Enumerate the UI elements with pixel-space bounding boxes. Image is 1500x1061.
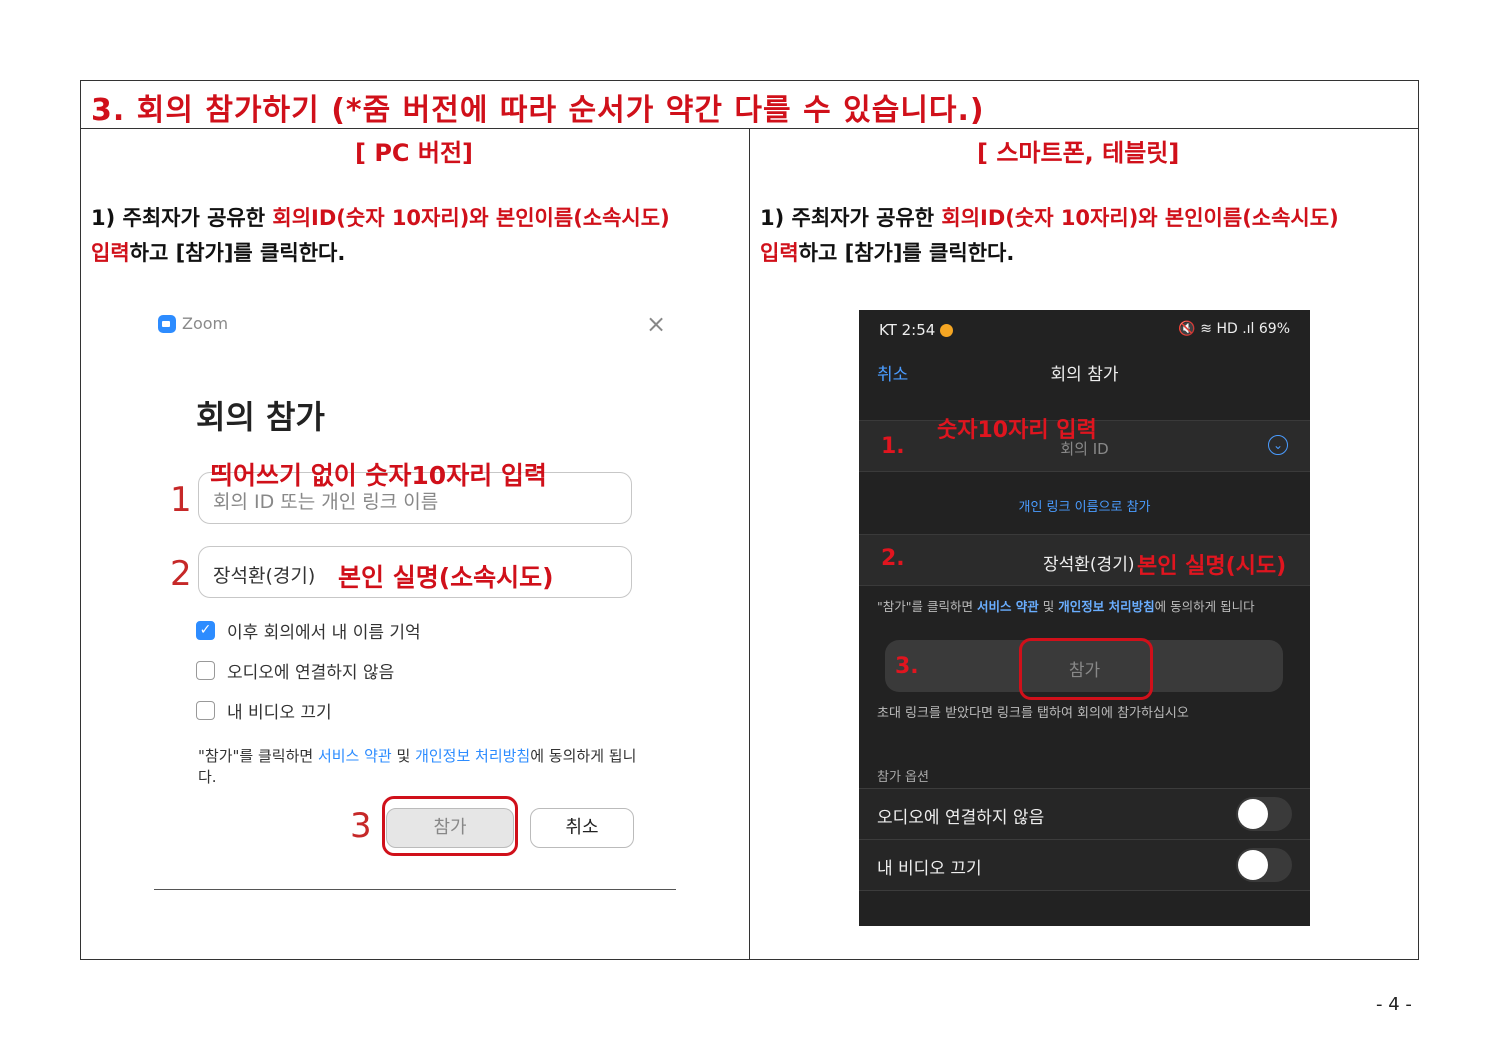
mobile-instruction: 1) 주최자가 공유한 회의ID(숫자 10자리)와 본인이름(소속시도) 입력…	[760, 201, 1400, 271]
divider-line	[154, 889, 676, 890]
terms-post: 에 동의하게 됩니다	[1154, 599, 1255, 614]
mobile-instr-text-2: 하고 [참가]를 클릭한다.	[798, 241, 1015, 265]
annotation-id-note: 띄어쓰기 없이 숫자10자리 입력	[210, 461, 547, 490]
mobile-section-heading: [ 스마트폰, 테블릿]	[977, 139, 1180, 167]
status-time: KT 2:54	[879, 321, 954, 339]
pc-instr-text: 1) 주최자가 공유한	[91, 206, 273, 230]
zoom-app-name: Zoom	[182, 314, 229, 333]
pc-instr-highlight-2: 입력	[91, 241, 130, 265]
mobile-name-value: 장석환(경기)	[1043, 555, 1135, 575]
mobile-cancel-button[interactable]: 취소	[877, 360, 908, 385]
checkbox-label: 내 비디오 끄기	[227, 703, 332, 723]
mobile-instr-text: 1) 주최자가 공유한	[760, 206, 942, 230]
checkbox-box	[196, 701, 215, 720]
no-audio-toggle[interactable]	[1236, 797, 1292, 831]
status-indicators: 🔇 ≋ HD .ıl 69%	[1178, 321, 1290, 337]
terms-pre: "참가"를 클릭하면	[198, 747, 318, 765]
checkbox-label: 오디오에 연결하지 않음	[227, 663, 395, 683]
terms-of-service-link[interactable]: 서비스 약관	[977, 599, 1039, 614]
page-title: 3. 회의 참가하기 (*줌 버전에 따라 순서가 약간 다를 수 있습니다.)	[91, 93, 985, 128]
annotation-name-note: 본인 실명(소속시도)	[338, 563, 554, 592]
mobile-annotation-id: 숫자10자리 입력	[937, 418, 1097, 443]
terms-pre: "참가"를 클릭하면	[877, 599, 977, 614]
title-row: 3. 회의 참가하기 (*줌 버전에 따라 순서가 약간 다를 수 있습니다.)	[81, 81, 1418, 129]
status-time-text: KT 2:54	[879, 321, 936, 339]
mobile-step-1: 1.	[881, 434, 905, 459]
video-off-toggle[interactable]	[1236, 848, 1292, 882]
close-icon[interactable]: ×	[646, 310, 666, 338]
cancel-button[interactable]: 취소	[530, 808, 634, 848]
mobile-join-highlight-ring	[1019, 638, 1153, 700]
step-3-number: 3	[350, 806, 372, 846]
privacy-policy-link[interactable]: 개인정보 처리방침	[415, 747, 530, 765]
name-value: 장석환(경기)	[213, 565, 316, 587]
mobile-instr-highlight-2: 입력	[760, 241, 799, 265]
mobile-title: 회의 참가	[1050, 365, 1119, 385]
page-number: - 4 -	[1376, 994, 1412, 1015]
mobile-zoom-screen: KT 2:54 🔇 ≋ HD .ıl 69% 회의 참가 취소 회의 ID ⌄ …	[859, 310, 1310, 926]
mobile-step-3: 3.	[895, 654, 919, 679]
option-video-off: 내 비디오 끄기	[859, 839, 1310, 891]
terms-mid: 및	[391, 747, 416, 765]
join-options-label: 참가 옵션	[877, 770, 929, 785]
video-off-checkbox[interactable]: 내 비디오 끄기	[196, 698, 332, 723]
join-button[interactable]: 참가	[386, 808, 514, 848]
privacy-policy-link[interactable]: 개인정보 처리방침	[1058, 599, 1154, 614]
column-divider	[749, 129, 750, 960]
zoom-camera-icon	[158, 314, 176, 333]
checkbox-box	[196, 661, 215, 680]
remember-name-checkbox[interactable]: ✓ 이후 회의에서 내 이름 기억	[196, 618, 421, 643]
terms-of-service-link[interactable]: 서비스 약관	[318, 747, 392, 765]
option-label: 오디오에 연결하지 않음	[877, 808, 1045, 828]
mobile-annotation-name: 본인 실명(시도)	[1137, 554, 1287, 579]
pc-instruction: 1) 주최자가 공유한 회의ID(숫자 10자리)와 본인이름(소속시도) 입력…	[91, 201, 731, 271]
terms-mid: 및	[1038, 599, 1059, 614]
pc-instr-text-2: 하고 [참가]를 클릭한다.	[129, 241, 346, 265]
chevron-down-icon[interactable]: ⌄	[1268, 435, 1288, 455]
mobile-instr-highlight: 회의ID(숫자 10자리)와 본인이름(소속시도)	[941, 206, 1339, 230]
mobile-step-2: 2.	[881, 546, 905, 571]
option-label: 내 비디오 끄기	[877, 859, 982, 879]
personal-link-join[interactable]: 개인 링크 이름으로 참가	[859, 496, 1310, 515]
mobile-terms-text: "참가"를 클릭하면 서비스 약관 및 개인정보 처리방침에 동의하게 됩니다	[877, 596, 1255, 615]
terms-text: "참가"를 클릭하면 서비스 약관 및 개인정보 처리방침에 동의하게 됩니다.	[198, 746, 638, 788]
dialog-title: 회의 참가	[196, 398, 325, 436]
pc-section-heading: [ PC 버전]	[355, 139, 474, 167]
pc-instr-highlight: 회의ID(숫자 10자리)와 본인이름(소속시도)	[272, 206, 670, 230]
checkmark-icon: ✓	[196, 621, 215, 640]
zoom-logo: Zoom	[158, 314, 228, 333]
invite-note: 초대 링크를 받았다면 링크를 탭하여 회의에 참가하십시오	[877, 706, 1189, 721]
step-2-number: 2	[170, 554, 192, 594]
option-no-audio: 오디오에 연결하지 않음	[859, 788, 1310, 839]
notification-icon	[940, 324, 954, 337]
no-audio-checkbox[interactable]: 오디오에 연결하지 않음	[196, 658, 394, 683]
checkbox-label: 이후 회의에서 내 이름 기억	[227, 623, 421, 643]
pc-zoom-dialog: Zoom × 회의 참가 1 회의 ID 또는 개인 링크 이름 띄어쓰기 없이…	[150, 300, 680, 900]
step-1-number: 1	[170, 480, 192, 520]
